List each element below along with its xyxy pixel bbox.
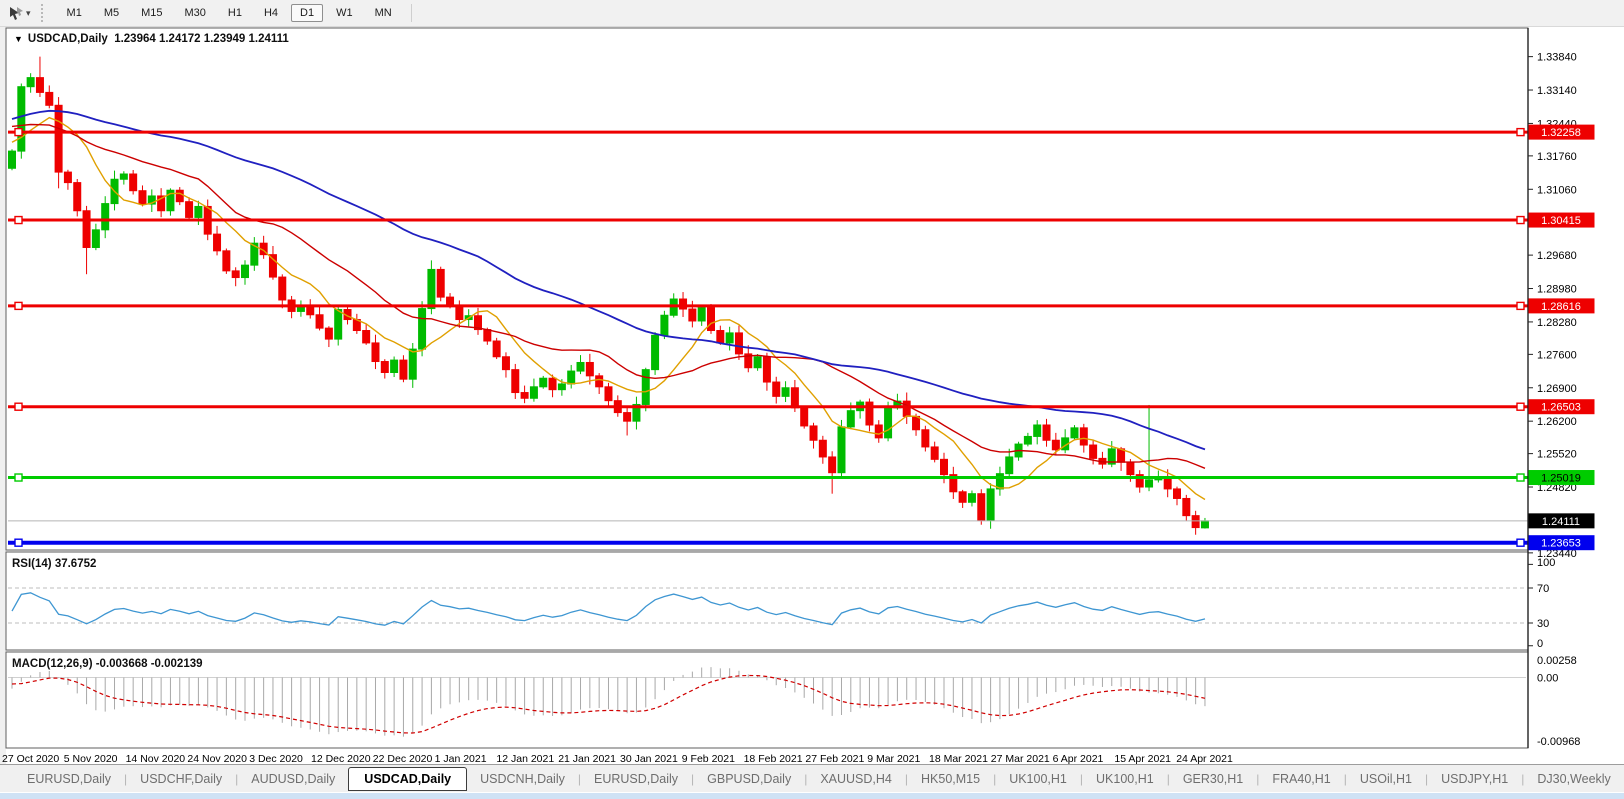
svg-text:6 Apr 2021: 6 Apr 2021: [1053, 753, 1104, 764]
svg-text:1.25520: 1.25520: [1537, 449, 1577, 461]
svg-text:1.28616: 1.28616: [1541, 301, 1581, 313]
svg-text:0.00: 0.00: [1537, 673, 1558, 685]
chart-tab-GER30-H1[interactable]: GER30,H1: [1170, 768, 1256, 790]
svg-text:-0.00968: -0.00968: [1537, 736, 1580, 748]
chart-title-text: USDCAD,Daily 1.23964 1.24172 1.23949 1.2…: [28, 33, 289, 45]
chart-tab-USDCAD-Daily[interactable]: USDCAD,Daily: [348, 767, 467, 791]
svg-text:30 Jan 2021: 30 Jan 2021: [620, 753, 678, 764]
chart-tab-EURUSD-Daily[interactable]: EURUSD,Daily: [14, 768, 124, 790]
chart-tab-UK100-H1[interactable]: UK100,H1: [996, 768, 1080, 790]
chart-tab-GBPUSD-Daily[interactable]: GBPUSD,Daily: [694, 768, 804, 790]
svg-text:9 Mar 2021: 9 Mar 2021: [867, 753, 920, 764]
timeframe-button-H4[interactable]: H4: [255, 4, 287, 22]
toolbar-separator: [411, 4, 412, 22]
svg-text:18 Mar 2021: 18 Mar 2021: [929, 753, 988, 764]
svg-text:1.25019: 1.25019: [1541, 473, 1581, 485]
toolbar-grip[interactable]: [41, 4, 48, 22]
chart-tab-USDCHF-Daily[interactable]: USDCHF,Daily: [127, 768, 235, 790]
svg-text:1.26900: 1.26900: [1537, 383, 1577, 395]
timeframe-toolbar: ▾ M1M5M15 M30H1H4D1W1MN: [0, 0, 1624, 27]
svg-text:1.30415: 1.30415: [1541, 215, 1581, 227]
svg-text:1.28280: 1.28280: [1537, 317, 1577, 329]
svg-text:100: 100: [1537, 557, 1555, 569]
price-label-badge-1.28616: 1.28616: [1529, 298, 1595, 313]
timeframe-button-D1[interactable]: D1: [291, 4, 323, 22]
svg-text:1.28980: 1.28980: [1537, 284, 1577, 296]
svg-text:1.31060: 1.31060: [1537, 184, 1577, 196]
svg-text:1.33140: 1.33140: [1537, 85, 1577, 97]
svg-text:1.26503: 1.26503: [1541, 402, 1581, 414]
svg-text:15 Apr 2021: 15 Apr 2021: [1114, 753, 1171, 764]
svg-text:1.29680: 1.29680: [1537, 250, 1577, 262]
svg-text:30: 30: [1537, 618, 1549, 630]
svg-text:1.23653: 1.23653: [1541, 538, 1581, 550]
price-label-badge-1.30415: 1.30415: [1529, 213, 1595, 228]
timeframe-button-M15[interactable]: M15: [132, 4, 171, 22]
timeframe-button-M30[interactable]: M30: [176, 4, 215, 22]
svg-text:70: 70: [1537, 583, 1549, 595]
svg-text:1.26200: 1.26200: [1537, 416, 1577, 428]
svg-text:22 Dec 2020: 22 Dec 2020: [373, 753, 433, 764]
svg-text:5 Nov 2020: 5 Nov 2020: [64, 753, 118, 764]
rsi-indicator-label: RSI(14) 37.6752: [12, 558, 96, 570]
chart-tab-USDCNH-Daily[interactable]: USDCNH,Daily: [467, 768, 578, 790]
svg-text:1.33840: 1.33840: [1537, 52, 1577, 64]
svg-text:14 Nov 2020: 14 Nov 2020: [126, 753, 186, 764]
timeframe-button-W1[interactable]: W1: [327, 4, 362, 22]
svg-text:24 Nov 2020: 24 Nov 2020: [187, 753, 247, 764]
timeframe-button-H1[interactable]: H1: [219, 4, 251, 22]
svg-text:27 Mar 2021: 27 Mar 2021: [991, 753, 1050, 764]
price-label-badge-1.24111: 1.24111: [1529, 513, 1595, 528]
timeframe-button-MN[interactable]: MN: [366, 4, 401, 22]
timeframe-button-M5[interactable]: M5: [95, 4, 128, 22]
svg-text:12 Dec 2020: 12 Dec 2020: [311, 753, 371, 764]
chart-tab-XAUUSD-H4[interactable]: XAUUSD,H4: [807, 768, 905, 790]
chart-tab-AUDUSD-Daily[interactable]: AUDUSD,Daily: [238, 768, 348, 790]
price-chart-canvas[interactable]: 1.338401.331401.324401.317601.310601.303…: [0, 26, 1624, 764]
svg-text:1.31760: 1.31760: [1537, 151, 1577, 163]
dropdown-caret-icon: ▾: [26, 8, 31, 19]
chart-title: ▼ USDCAD,Daily 1.23964 1.24172 1.23949 1…: [14, 33, 289, 45]
status-strip: [0, 792, 1624, 799]
mt4-window: ▾ M1M5M15 M30H1H4D1W1MN 1.33840 1.33140 1.3…: [0, 0, 1624, 799]
chart-tab-DJ30-Weekly[interactable]: DJ30,Weekly: [1524, 768, 1623, 790]
macd-indicator-label: MACD(12,26,9) -0.003668 -0.002139: [12, 658, 203, 670]
svg-text:0.00258: 0.00258: [1537, 655, 1577, 667]
chart-pointer-icon: [8, 6, 24, 21]
price-label-badge-1.32258: 1.32258: [1529, 125, 1595, 140]
chart-tab-EURUSD-Daily[interactable]: EURUSD,Daily: [581, 768, 691, 790]
price-label-badge-1.26503: 1.26503: [1529, 399, 1595, 414]
svg-text:27 Oct 2020: 27 Oct 2020: [2, 753, 59, 764]
svg-text:27 Feb 2021: 27 Feb 2021: [805, 753, 864, 764]
chart-tab-HK50-M15[interactable]: HK50,M15: [908, 768, 993, 790]
pointer-tool-button[interactable]: ▾: [4, 4, 35, 23]
svg-text:0: 0: [1537, 638, 1543, 650]
chart-tab-UK100-H1[interactable]: UK100,H1: [1083, 768, 1167, 790]
chart-tab-USOil-H1[interactable]: USOil,H1: [1347, 768, 1425, 790]
svg-text:1 Jan 2021: 1 Jan 2021: [435, 753, 487, 764]
price-label-badge-1.23653: 1.23653: [1529, 535, 1595, 550]
chart-tab-bar: EURUSD,Daily|USDCHF,Daily|AUDUSD,DailyUS…: [0, 764, 1624, 792]
svg-text:18 Feb 2021: 18 Feb 2021: [744, 753, 803, 764]
svg-text:1.27600: 1.27600: [1537, 349, 1577, 361]
svg-text:3 Dec 2020: 3 Dec 2020: [249, 753, 303, 764]
svg-text:24 Apr 2021: 24 Apr 2021: [1176, 753, 1233, 764]
timeframe-button-M1[interactable]: M1: [58, 4, 91, 22]
chart-tab-FRA40-H1[interactable]: FRA40,H1: [1259, 768, 1343, 790]
svg-text:12 Jan 2021: 12 Jan 2021: [496, 753, 554, 764]
svg-text:21 Jan 2021: 21 Jan 2021: [558, 753, 616, 764]
price-label-badge-1.25019: 1.25019: [1529, 470, 1595, 485]
svg-text:1.32258: 1.32258: [1541, 127, 1581, 139]
chart-tab-USDJPY-H1[interactable]: USDJPY,H1: [1428, 768, 1521, 790]
svg-text:9 Feb 2021: 9 Feb 2021: [682, 753, 735, 764]
svg-text:1.24111: 1.24111: [1542, 516, 1580, 528]
chart-collapse-icon[interactable]: ▼: [14, 34, 23, 44]
